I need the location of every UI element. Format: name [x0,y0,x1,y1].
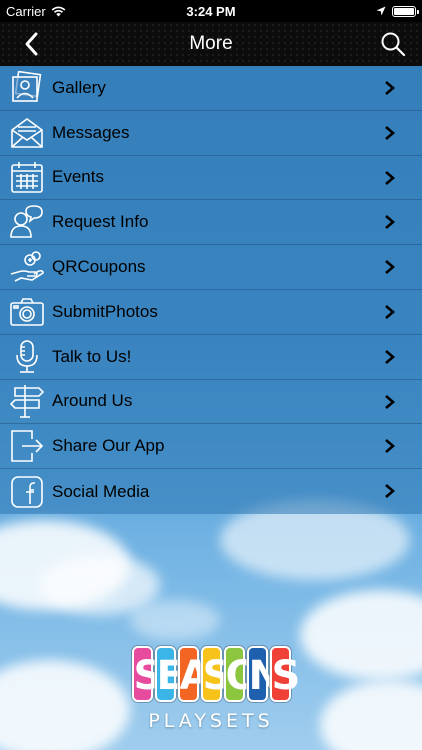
menu-item-social-media[interactable]: Social Media [0,469,422,514]
logo-letter: S [269,646,300,702]
hand-coupon-icon [10,250,44,284]
logo-letter: E [154,646,184,702]
share-exit-icon [10,429,44,463]
menu-item-talk-to-us[interactable]: Talk to Us! [0,335,422,380]
chevron-left-icon[interactable] [20,31,44,57]
logo-letter: A [177,646,210,702]
calendar-icon [10,160,44,194]
menu-item-label: Around Us [52,391,133,411]
menu-item-label: SubmitPhotos [52,301,158,321]
menu-item-label: Events [52,167,104,187]
menu-item-around-us[interactable]: Around Us [0,380,422,425]
chevron-right-icon [385,439,395,454]
menu-item-messages[interactable]: Messages [0,111,422,156]
camera-icon [10,295,44,329]
chevron-right-icon [385,170,395,185]
logo-letter: S [200,646,231,702]
wifi-icon [51,6,66,16]
chevron-right-icon [385,349,395,364]
navigation-bar: More [0,22,422,66]
envelope-icon [10,116,44,150]
logo-subtitle: PLAYSETS [148,710,274,732]
logo-letter: S [131,646,162,702]
menu-item-label: Request Info [52,212,149,232]
menu-item-qrcoupons[interactable]: QRCoupons [0,245,422,290]
menu-item-label: Messages [52,122,130,142]
gallery-icon [10,70,44,105]
chevron-right-icon [385,260,395,275]
menu-item-gallery[interactable]: Gallery [0,66,422,111]
microphone-icon [10,339,44,374]
menu-item-submitphotos[interactable]: SubmitPhotos [0,290,422,335]
search-icon[interactable] [380,31,406,57]
chevron-right-icon [385,81,395,95]
person-speech-icon [10,205,44,239]
location-arrow-icon [376,6,386,16]
menu-item-request-info[interactable]: Request Info [0,200,422,246]
page-title: More [189,33,233,54]
status-bar: Carrier 3:24 PM [0,0,422,22]
seasons-playsets-logo: S E A S O N S PLAYSETS [0,646,422,732]
menu-item-label: Gallery [52,77,106,97]
chevron-right-icon [385,304,395,319]
signpost-icon [10,384,44,419]
menu-item-label: Talk to Us! [52,346,132,366]
logo-wordmark: S E A S O N S [131,646,300,702]
chevron-right-icon [385,125,395,140]
facebook-icon [10,475,44,509]
chevron-right-icon [385,394,395,409]
battery-icon [392,5,419,17]
menu-item-share-our-app[interactable]: Share Our App [0,424,422,470]
menu-item-label: Share Our App [52,436,165,456]
logo-letter: N [246,646,282,702]
chevron-right-icon [385,215,395,230]
menu-item-events[interactable]: Events [0,156,422,201]
menu-item-label: Social Media [52,481,150,501]
menu-item-label: QRCoupons [52,257,146,277]
logo-letter: O [223,646,260,702]
chevron-right-icon [385,484,395,499]
more-menu: Gallery Messages Events Request Info QRC… [0,66,422,514]
carrier-label: Carrier [6,3,46,19]
